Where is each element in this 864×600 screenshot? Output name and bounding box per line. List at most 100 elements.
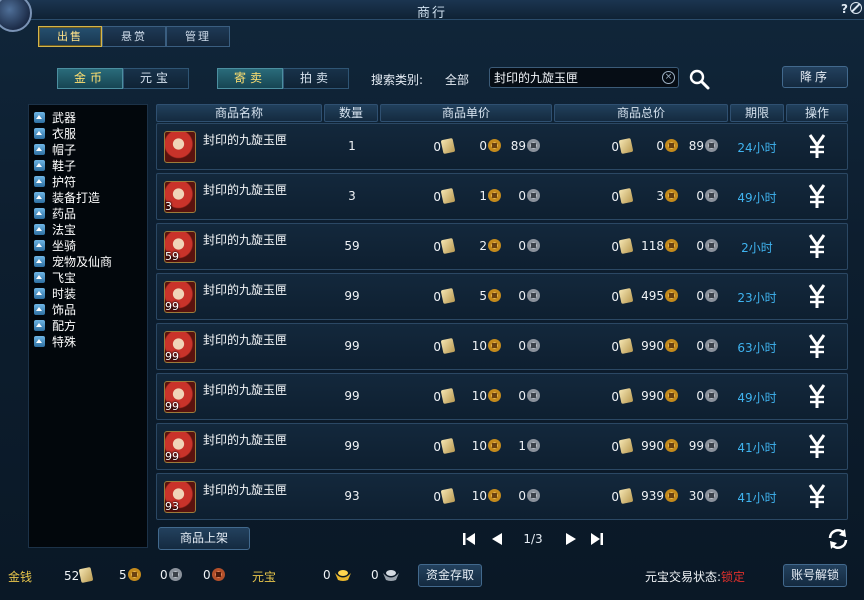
tab-bounty[interactable]: 悬赏 xyxy=(102,26,166,47)
category-label: 法宝 xyxy=(52,222,77,237)
stack-count-badge: 3 xyxy=(165,200,172,213)
table-row[interactable]: 99 封印的九旋玉匣 99 0 5 0 0 495 0 23小时 xyxy=(156,273,848,320)
sort-descending-button[interactable]: 降序 xyxy=(782,66,848,88)
yen-icon[interactable] xyxy=(807,233,827,259)
table-row[interactable]: 99 封印的九旋玉匣 99 0 10 1 0 990 99 41小时 xyxy=(156,423,848,470)
category-item[interactable]: 坐骑 xyxy=(29,237,147,253)
next-page-icon[interactable] xyxy=(564,532,578,546)
silver-coin-icon xyxy=(527,389,540,402)
silver-coin-icon xyxy=(705,389,718,402)
price-value: 0 xyxy=(433,240,441,254)
yen-icon[interactable] xyxy=(807,283,827,309)
clear-search-icon[interactable]: × xyxy=(662,71,675,84)
gift-box-icon[interactable]: 99 xyxy=(164,331,196,363)
price-part: 0 xyxy=(419,337,456,355)
paper-currency-icon xyxy=(440,337,456,355)
close-icon[interactable] xyxy=(850,2,862,14)
mode-consign-button[interactable]: 寄卖 xyxy=(217,68,283,89)
gift-box-icon[interactable]: 93 xyxy=(164,481,196,513)
category-item[interactable]: 护符 xyxy=(29,173,147,189)
price-value: 0 xyxy=(433,440,441,454)
search-input[interactable] xyxy=(494,69,658,86)
currency-yuanbao-button[interactable]: 元宝 xyxy=(123,68,189,89)
help-button[interactable]: ? xyxy=(841,2,848,16)
price-value: 0 xyxy=(518,289,526,303)
col-qty: 数量 xyxy=(324,104,378,122)
yen-icon[interactable] xyxy=(807,133,827,159)
price-value: 0 xyxy=(518,339,526,353)
category-item[interactable]: 衣服 xyxy=(29,125,147,141)
category-item[interactable]: 帽子 xyxy=(29,141,147,157)
category-item[interactable]: 武器 xyxy=(29,109,147,125)
refresh-icon[interactable] xyxy=(826,527,850,551)
price-value: 495 xyxy=(641,289,664,303)
prev-page-icon[interactable] xyxy=(490,532,504,546)
yen-icon[interactable] xyxy=(807,483,827,509)
stack-count-badge: 99 xyxy=(165,350,179,363)
price-part: 0 xyxy=(597,337,634,355)
gift-box-icon[interactable]: 3 xyxy=(164,181,196,213)
money-copper-value: 0 xyxy=(203,568,211,582)
price-part: 939 xyxy=(634,489,678,503)
price-value: 0 xyxy=(696,289,704,303)
price-value: 0 xyxy=(611,440,619,454)
gift-box-icon[interactable]: 99 xyxy=(164,281,196,313)
category-item[interactable]: 饰品 xyxy=(29,301,147,317)
category-label: 时装 xyxy=(52,286,77,301)
search-category-select[interactable]: 全部 xyxy=(445,71,469,88)
item-name: 封印的九旋玉匣 xyxy=(203,283,288,297)
list-item-button[interactable]: 商品上架 xyxy=(158,527,250,550)
yen-icon[interactable] xyxy=(807,383,827,409)
category-item[interactable]: 飞宝 xyxy=(29,269,147,285)
price-part: 118 xyxy=(634,239,678,253)
category-item[interactable]: 鞋子 xyxy=(29,157,147,173)
category-item[interactable]: 配方 xyxy=(29,317,147,333)
item-qty: 99 xyxy=(344,439,360,453)
first-page-icon[interactable] xyxy=(462,532,476,546)
tab-sell[interactable]: 出售 xyxy=(38,26,102,47)
silver-coin-icon xyxy=(527,239,540,252)
table-row[interactable]: 封印的九旋玉匣 1 0 0 89 0 0 89 24小时 xyxy=(156,123,848,170)
expand-arrow-icon xyxy=(34,271,45,283)
search-category-label: 搜索类别: xyxy=(371,73,424,87)
deposit-withdraw-button[interactable]: 资金存取 xyxy=(418,564,482,587)
yen-icon[interactable] xyxy=(807,433,827,459)
last-page-icon[interactable] xyxy=(590,532,604,546)
item-duration: 63小时 xyxy=(737,341,777,355)
category-item[interactable]: 装备打造 xyxy=(29,189,147,205)
category-item[interactable]: 时装 xyxy=(29,285,147,301)
yen-icon[interactable] xyxy=(807,183,827,209)
item-name: 封印的九旋玉匣 xyxy=(203,233,288,247)
category-item[interactable]: 法宝 xyxy=(29,221,147,237)
currency-gold-button[interactable]: 金币 xyxy=(57,68,123,89)
table-row[interactable]: 99 封印的九旋玉匣 99 0 10 0 0 990 0 49小时 xyxy=(156,373,848,420)
tab-manage[interactable]: 管理 xyxy=(166,26,230,47)
mode-auction-button[interactable]: 拍卖 xyxy=(283,68,349,89)
price-part: 3 xyxy=(634,189,678,203)
price-value: 1 xyxy=(479,189,487,203)
table-row[interactable]: 93 封印的九旋玉匣 93 0 10 0 0 939 30 41小时 xyxy=(156,473,848,520)
price-value: 0 xyxy=(433,290,441,304)
category-item[interactable]: 宠物及仙商 xyxy=(29,253,147,269)
window-title: 商行 xyxy=(416,6,447,21)
price-part: 0 xyxy=(496,289,540,303)
price-part: 990 xyxy=(634,389,678,403)
gift-box-icon[interactable]: 59 xyxy=(164,231,196,263)
gift-box-icon[interactable]: 99 xyxy=(164,431,196,463)
price-part: 0 xyxy=(496,189,540,203)
gift-box-icon[interactable]: 99 xyxy=(164,381,196,413)
search-icon[interactable] xyxy=(688,68,710,90)
price-value: 118 xyxy=(641,239,664,253)
item-qty: 99 xyxy=(344,289,360,303)
category-item[interactable]: 药品 xyxy=(29,205,147,221)
category-item[interactable]: 特殊 xyxy=(29,333,147,349)
gift-box-icon[interactable] xyxy=(164,131,196,163)
table-row[interactable]: 59 封印的九旋玉匣 59 0 2 0 0 118 0 2小时 xyxy=(156,223,848,270)
stack-count-badge: 59 xyxy=(165,250,179,263)
unlock-account-button[interactable]: 账号解锁 xyxy=(783,564,847,587)
table-row[interactable]: 3 封印的九旋玉匣 3 0 1 0 0 3 0 49小时 xyxy=(156,173,848,220)
price-value: 0 xyxy=(518,489,526,503)
yen-icon[interactable] xyxy=(807,333,827,359)
price-value: 1 xyxy=(518,439,526,453)
table-row[interactable]: 99 封印的九旋玉匣 99 0 10 0 0 990 0 63小时 xyxy=(156,323,848,370)
